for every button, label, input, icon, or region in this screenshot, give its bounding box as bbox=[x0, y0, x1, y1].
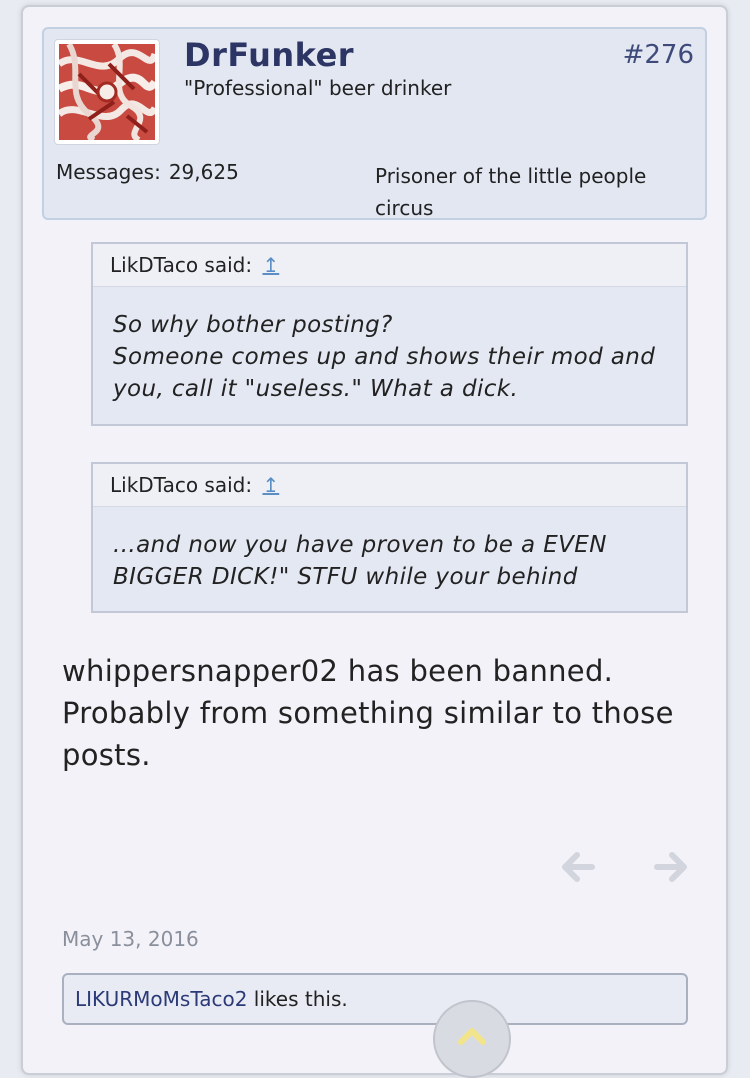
messages-stat: Messages: 29,625 bbox=[56, 160, 239, 184]
avatar[interactable] bbox=[54, 39, 160, 145]
post-date[interactable]: May 13, 2016 bbox=[62, 927, 199, 951]
quote-block: LikDTaco said: ↥ ...and now you have pro… bbox=[91, 462, 688, 613]
likes-summary: LIKURMoMsTaco2 likes this. bbox=[62, 973, 688, 1025]
quote-text: So why bother posting? Someone comes up … bbox=[93, 287, 686, 405]
liker-link[interactable]: LIKURMoMsTaco2 bbox=[75, 987, 247, 1011]
quote-header: LikDTaco said: ↥ bbox=[93, 464, 686, 507]
likes-suffix: likes this. bbox=[247, 987, 348, 1011]
quote-author: LikDTaco said: bbox=[110, 253, 253, 277]
quote-line: Someone comes up and shows their mod and… bbox=[113, 344, 656, 402]
user-title: "Professional" beer drinker bbox=[184, 76, 452, 100]
quote-author: LikDTaco said: bbox=[110, 473, 253, 497]
quote-text: ...and now you have proven to be a EVEN … bbox=[93, 507, 686, 593]
post-message: whippersnapper02 has been banned. Probab… bbox=[62, 654, 674, 772]
arrow-left-icon[interactable] bbox=[561, 850, 595, 884]
post-number-link[interactable]: #276 bbox=[623, 40, 694, 70]
jump-to-quote-icon[interactable]: ↥ bbox=[262, 473, 279, 497]
quote-header: LikDTaco said: ↥ bbox=[93, 244, 686, 287]
jump-to-quote-icon[interactable]: ↥ bbox=[262, 253, 279, 277]
messages-label: Messages: bbox=[56, 160, 161, 184]
quote-block: LikDTaco said: ↥ So why bother posting? … bbox=[91, 242, 688, 426]
quote-line: So why bother posting? bbox=[113, 312, 393, 338]
messages-count: 29,625 bbox=[168, 160, 239, 184]
username-link[interactable]: DrFunker bbox=[184, 36, 354, 74]
chevron-up-icon bbox=[458, 1028, 486, 1045]
scroll-to-top-button[interactable] bbox=[433, 1000, 511, 1078]
custom-title: Prisoner of the little people circus bbox=[375, 164, 647, 220]
avatar-image bbox=[59, 44, 155, 140]
arrow-right-icon[interactable] bbox=[654, 850, 688, 884]
quote-line: ...and now you have proven to be a EVEN … bbox=[113, 532, 607, 590]
